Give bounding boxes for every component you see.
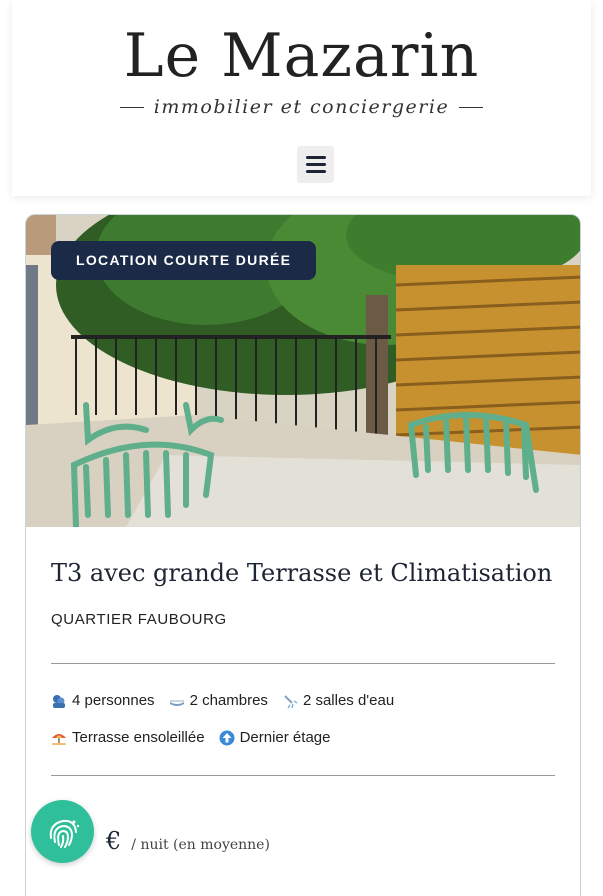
feature-floor: Dernier étage bbox=[219, 729, 331, 746]
feature-label: 2 salles d'eau bbox=[302, 692, 395, 709]
logo-title[interactable]: Le Mazarin bbox=[12, 20, 591, 92]
logo-subtitle-text: immobilier et conciergerie bbox=[153, 96, 450, 118]
up-arrow-icon bbox=[219, 730, 235, 746]
menu-bar bbox=[305, 170, 326, 173]
feature-label: Terrasse ensoleillée bbox=[72, 729, 205, 746]
feature-label: Dernier étage bbox=[239, 729, 331, 746]
feature-terrace: Terrasse ensoleillée bbox=[51, 729, 205, 746]
price-currency: € bbox=[106, 827, 122, 855]
logo-dash-left bbox=[119, 106, 144, 108]
beach-umbrella-icon bbox=[51, 730, 67, 746]
hamburger-menu-icon[interactable] bbox=[297, 146, 334, 183]
feature-label: 2 chambres bbox=[189, 692, 268, 709]
logo-dash-right bbox=[459, 106, 484, 108]
menu-bar bbox=[305, 163, 326, 166]
listing-title[interactable]: T3 avec grande Terrasse et Climatisation bbox=[51, 559, 552, 587]
feature-capacity: 4 personnes bbox=[51, 692, 155, 709]
listing-type-badge: LOCATION COURTE DURÉE bbox=[51, 241, 317, 280]
people-icon bbox=[51, 693, 67, 709]
feature-bathrooms: 2 salles d'eau bbox=[282, 692, 394, 709]
feature-bedrooms: 2 chambres bbox=[169, 692, 268, 709]
bed-icon bbox=[169, 693, 185, 709]
fingerprint-chat-icon[interactable] bbox=[31, 800, 94, 863]
features-row-1: 4 personnes 2 chambres 2 salles d'eau bbox=[51, 692, 394, 709]
listing-photo[interactable]: LOCATION COURTE DURÉE bbox=[26, 215, 580, 527]
shower-icon bbox=[282, 693, 298, 709]
divider-bottom bbox=[51, 775, 555, 776]
listing-card[interactable]: LOCATION COURTE DURÉE T3 avec grande Ter… bbox=[25, 214, 581, 896]
price-note: / nuit (en moyenne) bbox=[131, 837, 270, 853]
price-line: € / nuit (en moyenne) bbox=[106, 827, 270, 855]
logo-subtitle: immobilier et conciergerie bbox=[12, 96, 591, 118]
site-header: Le Mazarin immobilier et conciergerie bbox=[12, 0, 591, 196]
features-row-2: Terrasse ensoleillée Dernier étage bbox=[51, 729, 330, 746]
feature-label: 4 personnes bbox=[72, 692, 155, 709]
listing-district: QUARTIER FAUBOURG bbox=[51, 611, 227, 628]
divider-top bbox=[51, 663, 555, 664]
menu-bar bbox=[305, 156, 326, 159]
